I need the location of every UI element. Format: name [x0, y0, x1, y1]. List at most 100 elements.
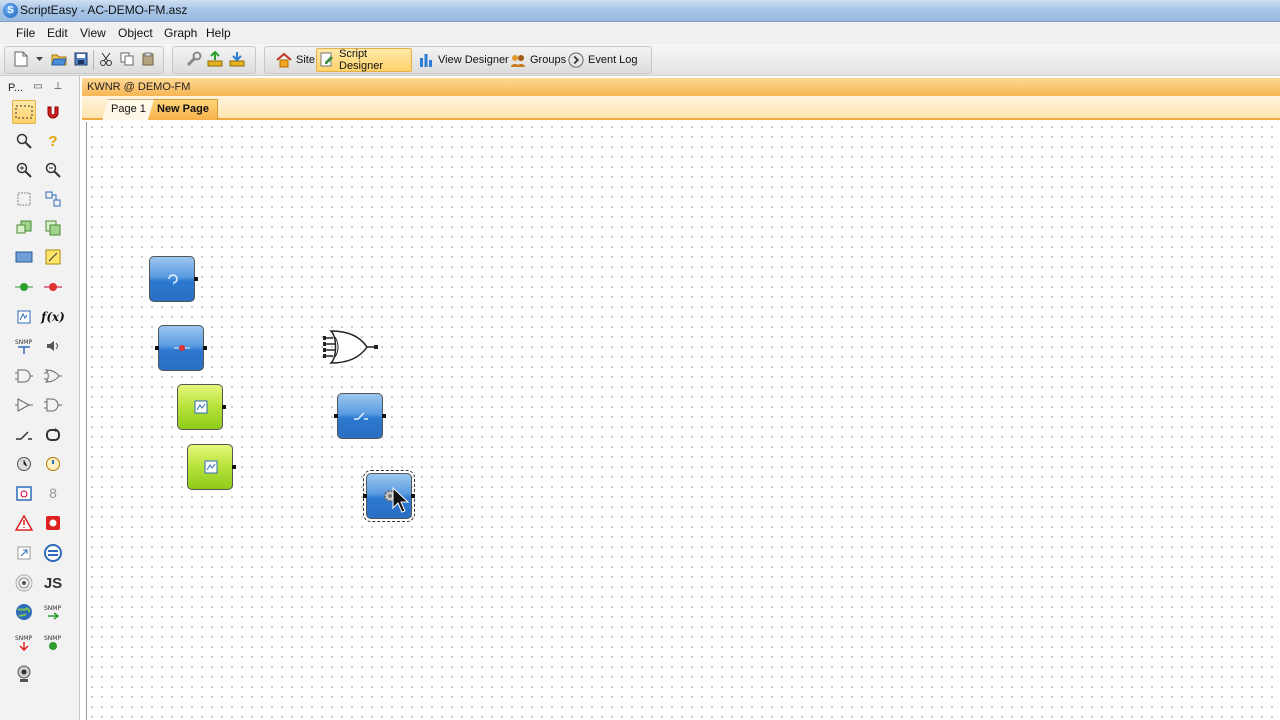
- view-designer-button[interactable]: View Designer: [416, 48, 511, 72]
- house-icon: [276, 52, 292, 68]
- title-bar: S ScriptEasy - AC-DEMO-FM.asz: [0, 0, 1280, 22]
- clock-icon[interactable]: [12, 452, 36, 476]
- mouse-cursor-icon: [391, 486, 411, 514]
- palette-header: P... ▭ ⊥: [0, 76, 80, 98]
- new-dropdown-icon[interactable]: [34, 50, 44, 68]
- input-block[interactable]: [155, 325, 207, 371]
- menu-object[interactable]: Object: [118, 26, 153, 40]
- snmp-get-icon[interactable]: SNMP: [12, 334, 36, 358]
- red-dot-icon: [174, 340, 190, 356]
- window-title: ScriptEasy - AC-DEMO-FM.asz: [20, 3, 188, 17]
- page-tab-strip: Page 1 New Page: [82, 96, 1280, 120]
- groups-button[interactable]: Groups: [508, 48, 568, 72]
- or-gate-tool-icon[interactable]: [41, 364, 65, 388]
- script-designer-button[interactable]: Script Designer: [316, 48, 412, 72]
- input-pin[interactable]: [155, 346, 159, 350]
- svg-text:SNMP: SNMP: [15, 635, 32, 642]
- function-block[interactable]: [187, 444, 236, 490]
- zoom-tool-icon[interactable]: [12, 129, 36, 153]
- javascript-icon[interactable]: JS: [41, 571, 65, 595]
- magnet-tool-icon[interactable]: [41, 100, 65, 124]
- broadcast-icon[interactable]: [12, 571, 36, 595]
- scheduler-icon[interactable]: [12, 481, 36, 505]
- formula-icon[interactable]: f(x): [41, 305, 65, 329]
- link-tool-icon[interactable]: [12, 541, 36, 565]
- output-point-icon[interactable]: [41, 275, 65, 299]
- switch-tool-icon[interactable]: [12, 423, 36, 447]
- menu-help[interactable]: Help: [206, 26, 231, 40]
- svg-text:SNMP: SNMP: [44, 635, 61, 642]
- input-pin[interactable]: [334, 414, 338, 418]
- input-pin[interactable]: [363, 494, 367, 498]
- output-pin[interactable]: [232, 465, 236, 469]
- svg-text:SNMP: SNMP: [44, 605, 61, 612]
- svg-text:SNMP: SNMP: [15, 339, 32, 346]
- zoom-out-icon[interactable]: [41, 158, 65, 182]
- float-icon[interactable]: ▭: [32, 81, 44, 93]
- speaker-icon[interactable]: [41, 334, 65, 358]
- and-gate-icon[interactable]: [12, 364, 36, 388]
- output-pin[interactable]: [411, 494, 415, 498]
- loop-icon[interactable]: [41, 423, 65, 447]
- menu-view[interactable]: View: [80, 26, 106, 40]
- snmp-trap-icon[interactable]: SNMP: [41, 600, 65, 624]
- menu-edit[interactable]: Edit: [47, 26, 68, 40]
- switch-block[interactable]: [334, 393, 386, 439]
- output-pin[interactable]: [382, 414, 386, 418]
- tool-palette: P... ▭ ⊥ ? f(x) SNMP 8 JS SNMP SNMP SNMP: [0, 76, 80, 720]
- script-designer-icon: [319, 52, 335, 68]
- note-tool-icon[interactable]: [41, 245, 65, 269]
- new-document-icon[interactable]: [12, 50, 30, 68]
- open-folder-icon[interactable]: [50, 50, 68, 68]
- counter-icon[interactable]: 8: [41, 481, 65, 505]
- send-back-icon[interactable]: [41, 216, 65, 240]
- tab-page-1[interactable]: Page 1: [102, 99, 155, 120]
- site-button[interactable]: Site: [274, 48, 317, 72]
- tab-new-page[interactable]: New Page: [148, 99, 218, 120]
- toolbar-separator: [93, 50, 94, 70]
- download-icon[interactable]: [228, 50, 246, 68]
- input-point-icon[interactable]: [12, 275, 36, 299]
- pin-icon[interactable]: ⊥: [52, 81, 64, 93]
- cut-icon[interactable]: [97, 50, 115, 68]
- webcam-icon[interactable]: [12, 662, 36, 686]
- input-block[interactable]: [149, 256, 198, 302]
- arrange-icon[interactable]: [41, 187, 65, 211]
- copy-icon[interactable]: [118, 50, 136, 68]
- record-icon[interactable]: [41, 511, 65, 535]
- globe-icon[interactable]: [12, 600, 36, 624]
- output-pin[interactable]: [203, 346, 207, 350]
- select-tool-icon[interactable]: [12, 100, 36, 124]
- alarm-icon[interactable]: [12, 511, 36, 535]
- save-icon[interactable]: [72, 50, 90, 68]
- rectangle-tool-icon[interactable]: [12, 245, 36, 269]
- view-designer-label: View Designer: [438, 54, 509, 66]
- output-pin[interactable]: [222, 405, 226, 409]
- menu-graph[interactable]: Graph: [164, 26, 197, 40]
- function-icon: [193, 399, 209, 415]
- paste-icon[interactable]: [139, 50, 157, 68]
- groups-icon: [510, 52, 526, 68]
- compare-icon[interactable]: [41, 541, 65, 565]
- or-gate-block[interactable]: [323, 327, 379, 367]
- toolbar: Site Script Designer View Designer Group…: [0, 44, 1280, 76]
- timer-icon[interactable]: [41, 452, 65, 476]
- upload-icon[interactable]: [206, 50, 224, 68]
- snmp-set-icon[interactable]: SNMP: [12, 630, 36, 654]
- help-tool-icon[interactable]: ?: [41, 129, 65, 153]
- nand-gate-icon[interactable]: [41, 393, 65, 417]
- buffer-gate-icon[interactable]: [12, 393, 36, 417]
- bar-chart-icon: [418, 52, 434, 68]
- function-block-icon[interactable]: [12, 305, 36, 329]
- output-pin[interactable]: [194, 277, 198, 281]
- zoom-in-icon[interactable]: [12, 158, 36, 182]
- event-log-button[interactable]: Event Log: [566, 48, 640, 72]
- menu-file[interactable]: File: [16, 26, 35, 40]
- script-canvas[interactable]: [86, 122, 1280, 720]
- document-header: KWNR @ DEMO-FM: [82, 78, 1280, 96]
- bring-front-icon[interactable]: [12, 216, 36, 240]
- function-block[interactable]: [177, 384, 226, 430]
- snmp-walk-icon[interactable]: SNMP: [41, 630, 65, 654]
- wrench-icon[interactable]: [185, 50, 203, 68]
- fit-view-icon[interactable]: [12, 187, 36, 211]
